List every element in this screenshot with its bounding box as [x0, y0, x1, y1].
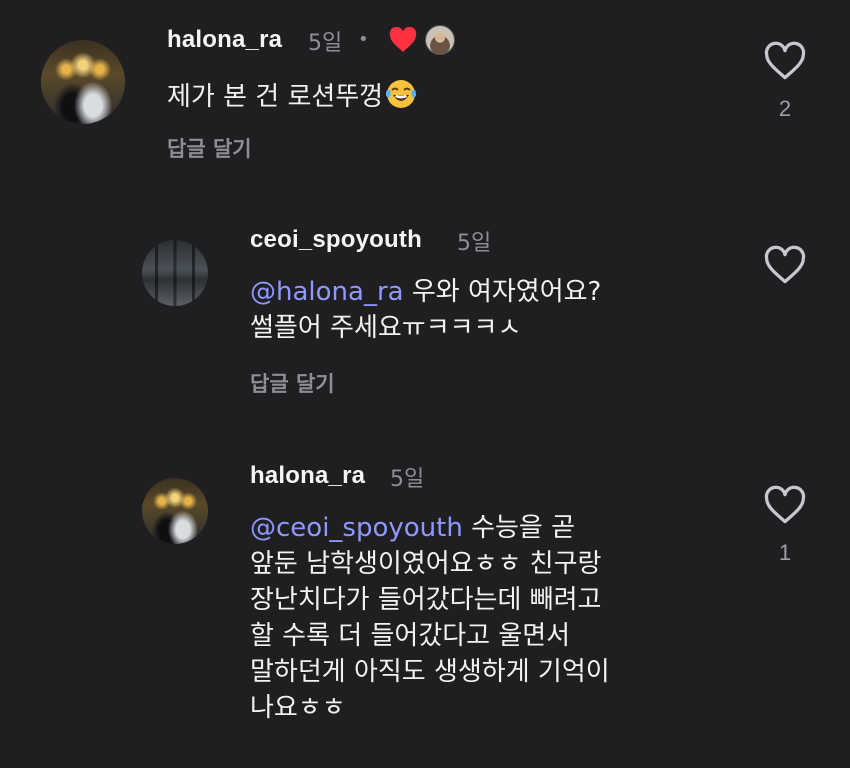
comment-text: 제가 본 건 로션뚜껑: [167, 78, 417, 115]
comment-body-line: 장난치다가 들어갔다는데 빼려고: [250, 585, 602, 615]
heart-outline-icon[interactable]: [763, 244, 807, 288]
username[interactable]: halona_ra: [250, 462, 365, 490]
comment-text: @halona_ra 우와 여자였어요? 썰플어 주세요ㅠㅋㅋㅋㅅ: [250, 274, 601, 346]
heart-outline-icon[interactable]: [763, 40, 807, 84]
comment-body-line: 앞둔 남학생이였어요ㅎㅎ 친구랑: [250, 549, 602, 579]
avatar[interactable]: [142, 240, 208, 306]
like-count: 2: [778, 96, 792, 121]
avatar[interactable]: [41, 40, 125, 124]
comment-body-line: 우와 여자였어요?: [403, 277, 602, 307]
mention-link[interactable]: @ceoi_spoyouth: [250, 513, 463, 543]
mention-link[interactable]: @halona_ra: [250, 277, 404, 307]
face-with-tears-of-joy-icon: [386, 80, 417, 108]
username[interactable]: ceoi_spoyouth: [250, 226, 422, 254]
comment-body-line: 수능을 곧: [462, 513, 576, 543]
username[interactable]: halona_ra: [167, 26, 282, 54]
separator-dot: •: [358, 29, 369, 50]
comment-body-line: 썰플어 주세요ㅠㅋㅋㅋㅅ: [250, 313, 522, 343]
comment-body-line: 할 수록 더 들어갔다고 울면서: [250, 621, 571, 651]
comment-body-line: 말하던게 아직도 생생하게 기억이: [250, 657, 610, 687]
author-avatar: [425, 25, 455, 55]
comment-body: 제가 본 건 로션뚜껑: [167, 82, 384, 112]
timestamp: 5일: [457, 231, 492, 256]
timestamp: 5일: [390, 467, 425, 492]
timestamp: 5일: [308, 31, 343, 56]
comment-body-line: 나요ㅎㅎ: [250, 693, 346, 723]
comment-text: @ceoi_spoyouth 수능을 곧 앞둔 남학생이였어요ㅎㅎ 친구랑 장난…: [250, 510, 610, 726]
heart-outline-icon[interactable]: [763, 484, 807, 528]
reply-button[interactable]: 답글 달기: [250, 368, 335, 398]
avatar[interactable]: [142, 478, 208, 544]
heart-filled-icon: [389, 27, 417, 52]
reply-button[interactable]: 답글 달기: [167, 133, 252, 163]
like-count: 1: [778, 540, 792, 565]
